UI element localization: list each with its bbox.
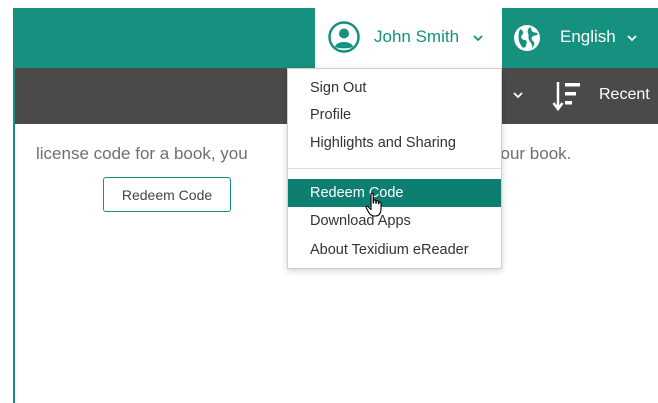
language-selector[interactable]: English: [512, 8, 658, 68]
user-menu-button[interactable]: John Smith: [315, 8, 502, 68]
sort-button[interactable]: Recent: [552, 76, 658, 116]
menu-item-highlights-sharing[interactable]: Highlights and Sharing: [288, 129, 501, 157]
instruction-text-right: your book.: [492, 144, 572, 163]
globe-icon: [514, 25, 540, 51]
sort-label: Recent: [599, 86, 650, 103]
menu-item-redeem-code[interactable]: Redeem Code: [288, 179, 501, 207]
user-circle-icon: [328, 21, 360, 53]
menu-item-sign-out[interactable]: Sign Out: [288, 74, 501, 102]
filter-chevron-down-icon[interactable]: [512, 90, 524, 100]
sort-descending-icon: [552, 82, 580, 112]
instruction-text-left: license code for a book, you: [36, 144, 248, 163]
language-label: English: [560, 27, 616, 46]
menu-item-download-apps[interactable]: Download Apps: [288, 207, 501, 235]
menu-divider: [288, 168, 501, 169]
chevron-down-icon: [627, 35, 637, 42]
menu-item-about[interactable]: About Texidium eReader: [288, 236, 501, 264]
user-name-label: John Smith: [374, 27, 460, 46]
app-window: John Smith English Recent license code f…: [0, 0, 658, 403]
redeem-code-button[interactable]: Redeem Code: [103, 177, 231, 212]
menu-item-profile[interactable]: Profile: [288, 101, 501, 129]
user-dropdown-menu: Sign Out Profile Highlights and Sharing …: [287, 68, 502, 269]
chevron-down-icon: [473, 35, 483, 42]
